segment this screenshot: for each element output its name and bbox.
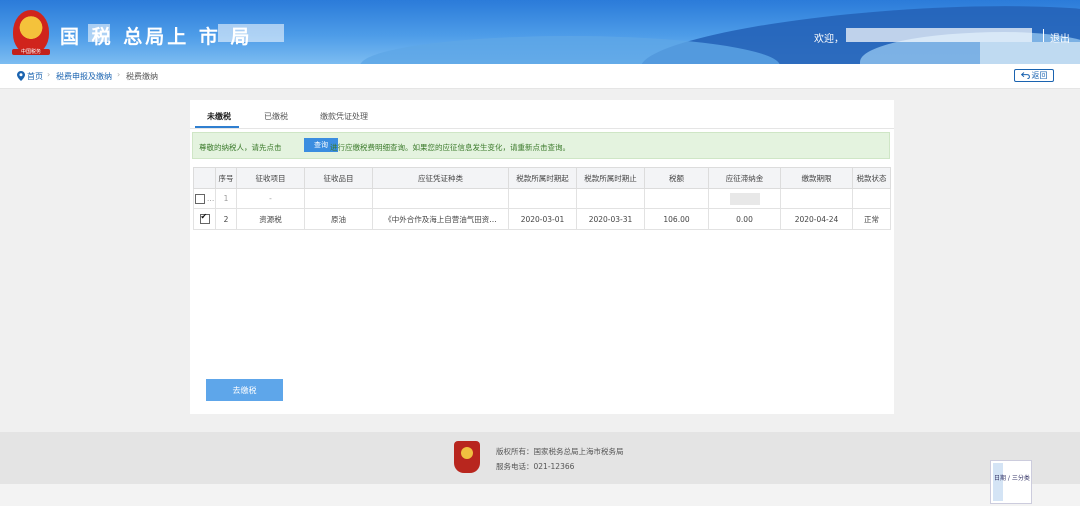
- table-cell: 0.00: [708, 208, 781, 230]
- table-cell: [852, 188, 891, 209]
- row-select-cell[interactable]: [193, 208, 216, 230]
- table-cell: [576, 188, 645, 209]
- notice-prefix: 尊敬的纳税人，请先点击: [199, 143, 282, 152]
- tab-unpaid[interactable]: 未缴税: [207, 111, 231, 122]
- tax-emblem-icon: [13, 10, 49, 54]
- table-row[interactable]: 2 资源税 原油 《中外合作及海上自营油气田资… 2020-03-01 2020…: [193, 208, 891, 230]
- emblem-caption: 中国税务: [12, 49, 50, 55]
- notice-suffix: 进行应缴税费明细查询。如果您的应征信息发生变化，请重新点击查询。: [330, 143, 570, 152]
- table-cell: 正常: [852, 208, 891, 230]
- redacted-cell: [729, 192, 760, 205]
- location-pin-icon: [17, 71, 25, 81]
- row-checkbox[interactable]: [194, 193, 205, 204]
- table-cell: [644, 188, 709, 209]
- widget-text: 日期 / 三分类: [994, 475, 1030, 482]
- bottom-strip: [0, 484, 1080, 506]
- tax-due-table: 序号 征收项目 征收品目 应征凭证种类 税款所属时期起 税款所属时期止 税额 应…: [193, 167, 891, 230]
- table-row[interactable]: … 1 -: [193, 188, 891, 209]
- column-header: 征收项目: [236, 167, 305, 189]
- go-pay-button[interactable]: 去缴税: [206, 379, 283, 401]
- tax-payment-panel: 未缴税 已缴税 缴款凭证处理 尊敬的纳税人，请先点击 查询 进行应缴税费明细查询…: [190, 100, 894, 414]
- column-header: 税额: [644, 167, 709, 189]
- table-cell: -: [236, 188, 305, 209]
- logout-link[interactable]: 退出: [1050, 30, 1070, 45]
- column-header: 税款所属时期起: [508, 167, 577, 189]
- table-cell: 2: [215, 208, 237, 230]
- column-header: 应征凭证种类: [372, 167, 509, 189]
- header-greatwall: [980, 42, 1080, 64]
- table-cell: 资源税: [236, 208, 305, 230]
- column-header: 征收品目: [304, 167, 373, 189]
- row-checkbox[interactable]: [199, 212, 210, 224]
- table-cell: [708, 188, 781, 209]
- column-header: 税款状态: [852, 167, 891, 189]
- copyright-text: 版权所有：国家税务总局上海市税务局: [496, 447, 624, 456]
- site-header: 中国税务 国 税 总局上 市 局 欢迎， 退出: [0, 0, 1080, 64]
- row-select-cell[interactable]: …: [193, 188, 216, 209]
- redacted-text: [218, 24, 284, 42]
- table-cell: 1: [215, 188, 237, 209]
- tab-voucher-processing[interactable]: 缴款凭证处理: [320, 111, 368, 122]
- back-button[interactable]: 返回: [1014, 69, 1054, 82]
- breadcrumb-separator-icon: ›: [117, 70, 121, 79]
- table-cell: 原油: [304, 208, 373, 230]
- column-header: 税款所属时期止: [576, 167, 645, 189]
- site-footer: 版权所有：国家税务总局上海市税务局 服务电话：021-12366: [0, 432, 1080, 484]
- header-divider: [1043, 29, 1044, 42]
- table-cell: [372, 188, 509, 209]
- table-header-row: 序号 征收项目 征收品目 应征凭证种类 税款所属时期起 税款所属时期止 税额 应…: [193, 167, 891, 189]
- welcome-text: 欢迎，: [814, 34, 844, 45]
- table-cell: 2020-03-01: [508, 208, 577, 230]
- column-header: 缴款期限: [780, 167, 853, 189]
- tab-bar: 未缴税 已缴税 缴款凭证处理: [190, 100, 894, 130]
- breadcrumb-tax-filing[interactable]: 税费申报及缴纳: [56, 71, 112, 82]
- table-cell: 《中外合作及海上自营油气田资…: [372, 208, 509, 230]
- table-cell: 2020-03-31: [576, 208, 645, 230]
- breadcrumb: 首页 › 税费申报及缴纳 › 税费缴纳 返回: [0, 64, 1080, 89]
- tab-paid[interactable]: 已缴税: [264, 111, 288, 122]
- widget-bar: [993, 463, 1003, 501]
- tax-logo-icon: [454, 441, 480, 473]
- return-arrow-icon: [1020, 72, 1030, 79]
- breadcrumb-home[interactable]: 首页: [27, 71, 43, 82]
- redacted-username: [846, 28, 1032, 42]
- column-header: 应征滞纳金: [708, 167, 781, 189]
- breadcrumb-separator-icon: ›: [47, 70, 51, 79]
- service-phone-text: 服务电话：021-12366: [496, 462, 575, 471]
- redacted-text: [88, 24, 110, 42]
- table-cell: 106.00: [644, 208, 709, 230]
- back-button-label: 返回: [1031, 71, 1048, 80]
- column-header: 序号: [215, 167, 237, 189]
- table-cell: [508, 188, 577, 209]
- tab-divider: [190, 128, 894, 129]
- breadcrumb-current: 税费缴纳: [126, 72, 158, 81]
- table-cell: [304, 188, 373, 209]
- floating-widget[interactable]: 日期 / 三分类: [990, 460, 1032, 504]
- table-cell: 2020-04-24: [780, 208, 853, 230]
- table-cell: [780, 188, 853, 209]
- select-column-header: [193, 167, 216, 189]
- query-notice: 尊敬的纳税人，请先点击 查询 进行应缴税费明细查询。如果您的应征信息发生变化，请…: [192, 132, 890, 159]
